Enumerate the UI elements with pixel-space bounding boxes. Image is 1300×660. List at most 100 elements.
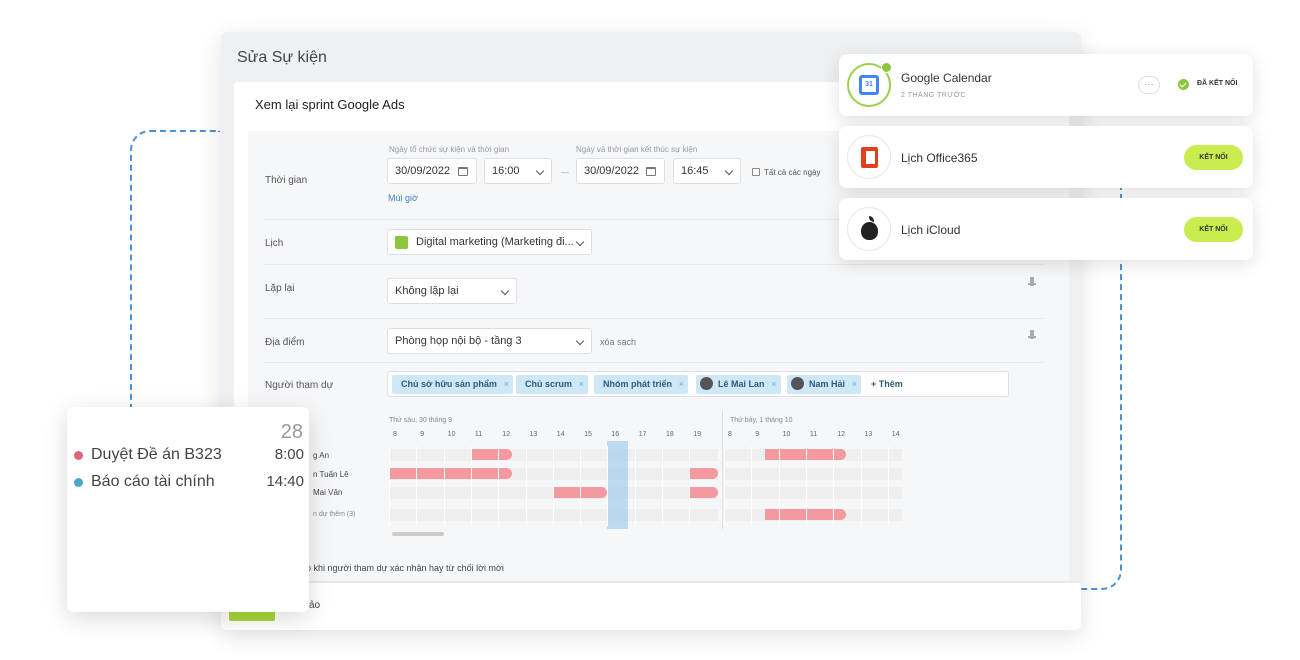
calendar-select[interactable]: Digital marketing (Marketing đi...: [387, 229, 592, 255]
remove-tag-icon[interactable]: ×: [771, 375, 776, 394]
grid-line: [470, 446, 472, 526]
mini-calendar-date: 28: [280, 421, 303, 443]
calendar-value: Digital marketing (Marketing đi...: [416, 236, 574, 248]
hour-label: 17: [638, 431, 647, 438]
integration-name: Lịch iCloud: [901, 223, 961, 237]
current-event-column: [607, 441, 628, 529]
hour-label: 11: [809, 431, 818, 438]
remove-tag-icon[interactable]: ×: [679, 375, 684, 394]
pin-icon[interactable]: [1028, 330, 1036, 339]
busy-block: [690, 468, 718, 479]
start-time-value: 16:00: [492, 165, 520, 177]
attendee-tag[interactable]: Chủ scrum ×: [516, 375, 589, 394]
mini-event-time: 14:40: [266, 473, 304, 490]
hour-label: 12: [837, 431, 845, 438]
hour-label: 12: [502, 431, 510, 438]
attendee-tag[interactable]: Lê Mai Lan ×: [696, 375, 781, 394]
schedule-scrollbar[interactable]: [392, 532, 444, 536]
divider: [264, 362, 1044, 363]
notify-option-text[interactable]: báo khi người tham dự xác nhận hay từ ch…: [296, 563, 504, 573]
grid-line: [525, 446, 527, 526]
attendees-label: Người tham dự: [265, 380, 334, 391]
all-day-checkbox[interactable]: [752, 168, 760, 176]
grid-line: [833, 446, 835, 526]
calendar-icon: [646, 167, 656, 176]
chevron-down-icon: [575, 237, 585, 247]
hour-label: 14: [891, 431, 900, 438]
remove-tag-icon[interactable]: ×: [504, 375, 509, 394]
window-title: Sửa Sự kiện: [237, 49, 327, 66]
more-options-icon[interactable]: ···: [1138, 76, 1160, 94]
check-badge-icon: [881, 62, 892, 73]
integration-name: Lịch Office365: [901, 151, 978, 165]
repeat-value: Không lặp lại: [395, 285, 459, 297]
person-name: n Tuấn Lê: [313, 470, 349, 479]
grid-line: [724, 446, 725, 526]
chevron-down-icon: [724, 166, 734, 176]
person-name: g An: [313, 451, 330, 460]
timezone-link[interactable]: Múi giờ: [388, 193, 418, 203]
hour-label: 9: [420, 431, 425, 438]
integration-name: Google Calendar: [901, 71, 992, 85]
hour-label: 11: [474, 431, 483, 438]
all-day-label: Tất cả các ngày: [764, 168, 821, 177]
connect-button[interactable]: KẾT NỐI: [1184, 217, 1243, 242]
integration-icloud[interactable]: Lịch iCloud KẾT NỐI: [839, 198, 1253, 260]
event-name[interactable]: Xem lại sprint Google Ads: [255, 97, 405, 112]
event-dot: [74, 451, 83, 460]
day2-heading: Thứ bảy, 1 tháng 10: [730, 417, 793, 424]
person-name: n dự thêm (3): [313, 511, 356, 518]
calendar-color-swatch: [395, 235, 408, 249]
hour-label: 15: [584, 431, 592, 438]
office365-icon: [847, 135, 891, 179]
location-value: Phòng họp nội bộ - tầng 3: [395, 335, 522, 347]
chevron-down-icon: [575, 336, 585, 346]
footer-text: ảo: [309, 600, 321, 611]
attendee-tag[interactable]: Nam Hải ×: [787, 375, 862, 394]
attendee-tag[interactable]: Chủ sở hữu sản phẩm ×: [392, 375, 513, 394]
attendee-tag[interactable]: Nhóm phát triển ×: [594, 375, 688, 394]
mini-event-time: 8:00: [274, 446, 304, 463]
clear-location-link[interactable]: xóa sạch: [600, 337, 636, 347]
integration-office365[interactable]: Lịch Office365 KẾT NỐI: [839, 126, 1253, 188]
hour-label: 13: [864, 431, 873, 438]
hour-label: 13: [529, 431, 538, 438]
integration-google-calendar[interactable]: 31 Google Calendar 2 THÁNG TRƯỚC ··· ĐÃ …: [839, 54, 1253, 116]
hour-label: 16: [611, 431, 620, 438]
hour-label: 14: [556, 431, 565, 438]
time-separator: —: [561, 168, 569, 177]
remove-tag-icon[interactable]: ×: [852, 375, 857, 394]
repeat-select[interactable]: Không lặp lại: [387, 278, 517, 304]
pin-icon[interactable]: [1028, 277, 1036, 286]
mini-event-item[interactable]: Báo cáo tài chính 14:40: [74, 473, 304, 493]
grid-line: [887, 446, 889, 526]
grid-line: [389, 446, 390, 526]
start-hint: Ngày tổ chức sự kiện và thời gian: [389, 145, 510, 154]
location-select[interactable]: Phòng họp nội bộ - tầng 3: [387, 328, 592, 354]
event-dot: [74, 478, 83, 487]
connect-button[interactable]: KẾT NỐI: [1184, 145, 1243, 170]
remove-tag-icon[interactable]: ×: [579, 375, 584, 394]
chevron-down-icon: [500, 286, 510, 296]
divider: [264, 318, 1044, 319]
mini-event-item[interactable]: Duyệt Đề án B323 8:00: [74, 446, 304, 466]
connected-status: ĐÃ KẾT NỐI: [1197, 80, 1238, 87]
grid-line: [662, 446, 663, 526]
start-date-input[interactable]: 30/09/2022: [387, 158, 477, 184]
attendees-input[interactable]: Chủ sở hữu sản phẩm × Chủ scrum × Nhóm phá…: [387, 371, 1009, 397]
hour-label: 8: [393, 431, 397, 438]
start-time-select[interactable]: 16:00: [484, 158, 552, 184]
grid-line: [751, 446, 753, 526]
end-time-value: 16:45: [681, 165, 709, 177]
end-time-select[interactable]: 16:45: [673, 158, 741, 184]
avatar: [791, 377, 804, 390]
mini-event-name: Báo cáo tài chính: [91, 473, 215, 490]
edit-event-window: Sửa Sự kiện Xem lại sprint Google Ads Th…: [221, 32, 1081, 630]
grid-line: [498, 446, 500, 526]
add-attendee-link[interactable]: + Thêm: [871, 379, 903, 389]
mini-event-name: Duyệt Đề án B323: [91, 446, 222, 463]
integration-last-sync: 2 THÁNG TRƯỚC: [901, 92, 966, 99]
end-date-input[interactable]: 30/09/2022: [576, 158, 665, 184]
office-glyph-inner: [866, 151, 875, 164]
calendar-icon: [458, 167, 468, 176]
